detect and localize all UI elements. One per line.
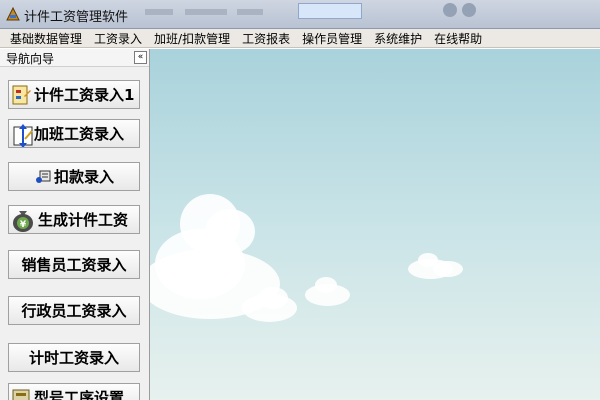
- sales-staff-wage-entry-button[interactable]: 销售员工资录入: [8, 250, 140, 279]
- piece-wage-entry-button[interactable]: 计件工资录入1: [8, 80, 140, 109]
- menu-operator-management[interactable]: 操作员管理: [296, 30, 368, 47]
- app-logo-icon: [5, 6, 21, 22]
- generate-piece-wage-button[interactable]: ¥ 生成计件工资: [8, 205, 140, 234]
- piece-wage-icon: [10, 84, 32, 106]
- svg-text:¥: ¥: [20, 220, 27, 230]
- piece-wage-entry-label: 计件工资录入1: [34, 86, 135, 104]
- admin-staff-wage-entry-button[interactable]: 行政员工资录入: [8, 296, 140, 325]
- menu-bar: 基础数据管理 工资录入 加班/扣款管理 工资报表 操作员管理 系统维护 在线帮助: [0, 29, 600, 48]
- background-window-menu: [145, 8, 295, 19]
- background-search-box: [298, 3, 362, 19]
- generate-piece-wage-label: 生成计件工资: [38, 211, 129, 229]
- sidebar-header: 导航向导 «: [0, 49, 149, 67]
- money-bag-icon: ¥: [10, 207, 36, 233]
- menu-wage-report[interactable]: 工资报表: [236, 30, 296, 47]
- overtime-wage-entry-button[interactable]: 加班工资录入: [8, 119, 140, 148]
- navigation-sidebar: 导航向导 « 计件工资录入1 加班工资录入 扣款录入 ¥ 生成计件工资 销售员工…: [0, 49, 150, 400]
- overtime-wage-entry-label: 加班工资录入: [34, 125, 125, 143]
- menu-online-help[interactable]: 在线帮助: [428, 30, 488, 47]
- background-search-icon: [443, 3, 457, 17]
- menu-overtime-deduction[interactable]: 加班/扣款管理: [148, 30, 236, 47]
- background-settings-icon: [462, 3, 476, 17]
- sidebar-title: 导航向导: [6, 52, 55, 66]
- hourly-wage-entry-label: 计时工资录入: [28, 349, 119, 367]
- sales-staff-wage-entry-label: 销售员工资录入: [21, 256, 127, 274]
- menu-system-maintenance[interactable]: 系统维护: [368, 30, 428, 47]
- title-bar: 计件工资管理软件: [0, 0, 600, 29]
- process-settings-icon: [10, 387, 32, 400]
- collapse-sidebar-button[interactable]: «: [134, 51, 147, 64]
- overtime-icon: [10, 123, 33, 147]
- model-process-settings-button[interactable]: 型号工序设置: [8, 383, 140, 400]
- window-title: 计件工资管理软件: [24, 10, 129, 25]
- deduction-entry-label: 扣款录入: [53, 168, 114, 186]
- deduction-icon: [34, 168, 52, 186]
- deduction-entry-button[interactable]: 扣款录入: [8, 162, 140, 191]
- admin-staff-wage-entry-label: 行政员工资录入: [21, 302, 127, 320]
- model-process-settings-label: 型号工序设置: [34, 389, 125, 400]
- hourly-wage-entry-button[interactable]: 计时工资录入: [8, 343, 140, 372]
- main-workspace-background: [150, 49, 600, 400]
- menu-wage-entry[interactable]: 工资录入: [88, 30, 148, 47]
- menu-basic-data[interactable]: 基础数据管理: [4, 30, 88, 47]
